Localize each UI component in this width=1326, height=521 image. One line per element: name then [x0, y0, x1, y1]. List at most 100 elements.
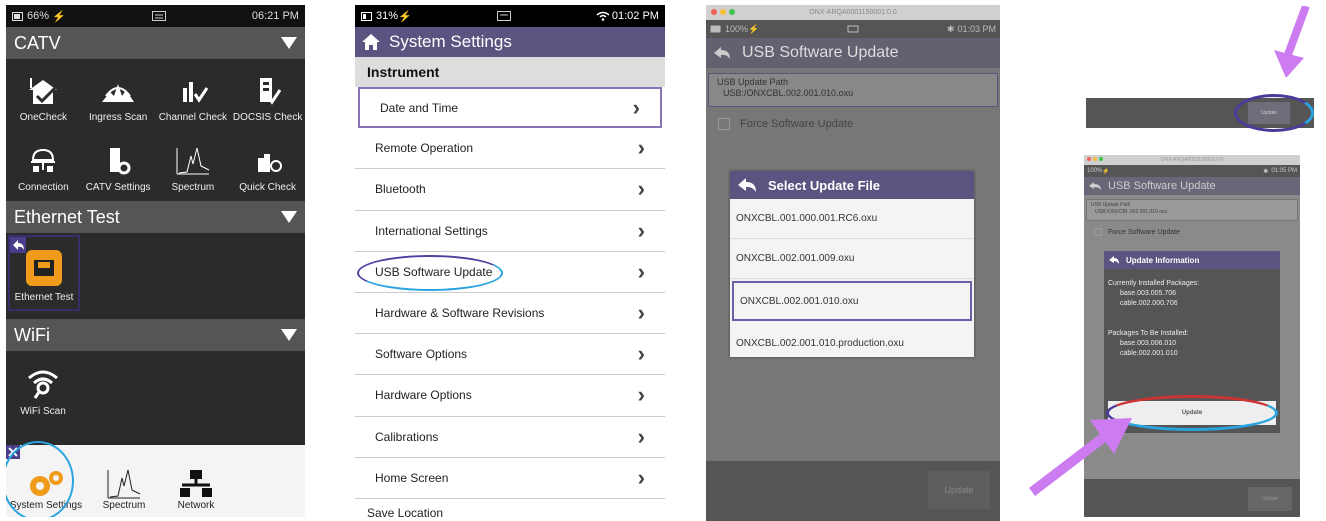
force-update-checkbox[interactable]: [718, 118, 730, 130]
tile-spectrum[interactable]: Spectrum: [156, 129, 231, 199]
network-icon: [180, 470, 212, 497]
section-title: Ethernet Test: [14, 206, 120, 227]
file-item[interactable]: ONXCBL.002.001.010.production.oxu: [730, 323, 974, 363]
tile-wifi-scan[interactable]: WiFi Scan: [6, 351, 80, 423]
settings-item-remote-operation[interactable]: Remote Operation ›: [355, 128, 665, 170]
network-button[interactable]: Network: [156, 445, 236, 517]
battery-percent: 66%: [27, 10, 50, 22]
tile-ingress-scan[interactable]: Ingress Scan: [81, 59, 156, 129]
spectrum-icon: [176, 147, 210, 175]
minimize-dot-icon[interactable]: [1093, 157, 1097, 161]
battery-icon: [710, 25, 721, 33]
wifi-section-header[interactable]: WiFi: [6, 319, 305, 351]
page-title: USB Software Update: [742, 44, 899, 61]
tile-label: Ethernet Test: [14, 292, 74, 303]
zoom-dot-icon[interactable]: [729, 9, 735, 15]
collapse-triangle-icon[interactable]: [281, 329, 297, 341]
item-label: Hardware & Software Revisions: [375, 306, 545, 321]
item-label: Software Options: [375, 347, 468, 362]
file-name: ONXCBL.002.001.010.oxu: [740, 295, 859, 307]
to-be-installed-label: Packages To Be Installed:: [1108, 330, 1189, 337]
settings-item-software-options[interactable]: Software Options ›: [355, 334, 665, 376]
settings-item-save-location[interactable]: Save Location: [355, 499, 665, 521]
close-dot-icon[interactable]: [1087, 157, 1091, 161]
battery-icon: [12, 11, 23, 21]
tile-docsis-check[interactable]: DOCSIS Check: [230, 59, 305, 129]
ethernet-tiles: Ethernet Test: [6, 233, 305, 315]
tile-label: Quick Check: [239, 182, 296, 193]
collapse-triangle-icon[interactable]: [281, 37, 297, 49]
tile-onecheck[interactable]: OneCheck: [6, 59, 81, 129]
back-arrow-icon[interactable]: [1088, 181, 1102, 191]
home-screen-panel: 66% ⚡ 06:21 PM CATV OneCheck Ingress Sca…: [6, 5, 305, 517]
package-line: cable.002.000.706: [1120, 300, 1178, 307]
file-item[interactable]: ONXCBL.001.000.001.RC6.oxu: [730, 199, 974, 239]
settings-item-calibrations[interactable]: Calibrations ›: [355, 417, 665, 458]
back-arrow-icon[interactable]: [712, 45, 732, 61]
catv-section-header[interactable]: CATV: [6, 27, 305, 59]
tile-ethernet-test[interactable]: Ethernet Test: [8, 235, 80, 311]
window-title: ONX-ARQA0001150001:0.0: [1160, 157, 1224, 163]
update-button[interactable]: Update: [1248, 487, 1292, 511]
chevron-right-icon: ›: [637, 341, 645, 367]
app-header: USB Software Update: [1084, 177, 1300, 195]
settings-item-date-time[interactable]: Date and Time ›: [358, 87, 662, 129]
settings-item-international[interactable]: International Settings ›: [355, 211, 665, 252]
quick-check-icon: [257, 154, 282, 172]
update-button[interactable]: Update: [928, 471, 990, 509]
tile-connection[interactable]: Connection: [6, 129, 81, 199]
settings-item-bluetooth[interactable]: Bluetooth ›: [355, 169, 665, 211]
page-title: System Settings: [389, 32, 512, 51]
select-file-dialog: Select Update File ONXCBL.001.000.001.RC…: [730, 171, 974, 357]
app-header: System Settings: [355, 27, 665, 57]
chevron-right-icon: ›: [637, 464, 645, 490]
item-label: Hardware Options: [375, 388, 472, 403]
force-update-checkbox[interactable]: [1094, 228, 1102, 236]
battery-percent: 100%: [725, 24, 749, 34]
dialog-header: Update Information: [1104, 251, 1280, 269]
settings-item-hw-sw-revisions[interactable]: Hardware & Software Revisions ›: [355, 293, 665, 335]
settings-item-home-screen[interactable]: Home Screen ›: [355, 458, 665, 499]
field-value: USB:/ONXCBL.002.001.010.oxu: [723, 88, 854, 98]
back-arrow-icon[interactable]: [1108, 255, 1120, 265]
tile-label: Connection: [18, 182, 69, 193]
tile-quick-check[interactable]: Quick Check: [230, 129, 305, 199]
clock: 01:02 PM: [611, 10, 659, 22]
close-dot-icon[interactable]: [711, 9, 717, 15]
tile-channel-check[interactable]: Channel Check: [156, 59, 231, 129]
status-bar: 100% ⚡ ✱ 01:03 PM: [706, 20, 1000, 38]
tile-label: OneCheck: [19, 112, 67, 123]
zoom-dot-icon[interactable]: [1099, 157, 1103, 161]
tile-label: WiFi Scan: [20, 406, 66, 417]
collapse-triangle-icon[interactable]: [281, 211, 297, 223]
minimize-dot-icon[interactable]: [720, 9, 726, 15]
file-item[interactable]: ONXCBL.002.001.009.oxu: [730, 239, 974, 279]
wifi-scan-icon: [28, 370, 58, 399]
package-line: base.003.005.706: [1120, 290, 1177, 297]
page-title: USB Software Update: [1108, 180, 1216, 192]
force-update-row[interactable]: Force Software Update: [1084, 225, 1300, 239]
ethernet-section-header[interactable]: Ethernet Test: [6, 201, 305, 233]
home-icon[interactable]: [361, 33, 381, 51]
file-item-selected[interactable]: ONXCBL.002.001.010.oxu: [732, 281, 972, 321]
tile-catv-settings[interactable]: CATV Settings: [81, 129, 156, 199]
back-arrow-icon[interactable]: [736, 176, 758, 194]
update-path-field[interactable]: USB Update Path USB:/ONXCBL.002.001.010.…: [708, 73, 998, 107]
footer-bar: Update: [706, 461, 1000, 521]
settings-item-usb-software-update[interactable]: USB Software Update ›: [355, 252, 665, 293]
clock: 06:21 PM: [251, 10, 299, 22]
charging-icon: ⚡: [398, 10, 412, 23]
tile-label: Spectrum: [171, 182, 215, 193]
force-update-row[interactable]: Force Software Update: [706, 112, 1000, 136]
app-header: USB Software Update: [706, 38, 1000, 68]
system-settings-panel: 31% ⚡ 01:02 PM System Settings Instrumen…: [355, 5, 665, 521]
spectrum-button[interactable]: Spectrum: [84, 445, 164, 517]
charging-icon: ⚡: [52, 10, 66, 23]
installed-label: Currently Installed Packages:: [1108, 280, 1200, 287]
dialog-body: Currently Installed Packages: base.003.0…: [1104, 269, 1280, 369]
ingress-icon: [102, 84, 135, 102]
chevron-right-icon: ›: [637, 135, 645, 161]
ethernet-port-icon: [26, 250, 62, 286]
update-path-field[interactable]: USB Update Path USB:/ONXCBL.002.001.010.…: [1086, 199, 1298, 221]
settings-item-hardware-options[interactable]: Hardware Options ›: [355, 375, 665, 417]
